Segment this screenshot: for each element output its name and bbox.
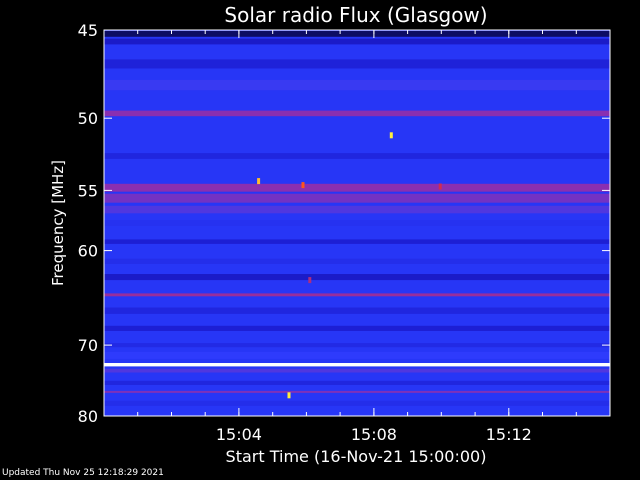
frequency-band	[104, 368, 610, 373]
x-axis-label: Start Time (16-Nov-21 15:00:00)	[226, 447, 487, 466]
x-tick-label: 15:12	[486, 425, 532, 444]
frequency-band	[104, 38, 610, 45]
x-tick-label: 15:08	[351, 425, 397, 444]
y-axis-label: Frequency [MHz]	[49, 160, 67, 286]
frequency-band	[104, 390, 610, 393]
frequency-band	[104, 79, 610, 91]
y-tick-label: 80	[78, 407, 98, 426]
heatmap-layer	[104, 30, 610, 416]
frequency-band	[104, 307, 610, 314]
frequency-band	[104, 205, 610, 214]
y-tick-label: 55	[78, 181, 98, 200]
frequency-band	[104, 193, 610, 203]
emission-spot	[301, 182, 305, 189]
frequency-band	[104, 220, 610, 226]
frequency-band	[104, 343, 610, 348]
emission-spot	[389, 132, 393, 139]
frequency-band	[104, 325, 610, 331]
y-tick-label: 60	[78, 242, 98, 261]
emission-spot	[287, 392, 291, 399]
frequency-band	[104, 258, 610, 264]
frequency-band	[104, 400, 610, 406]
emission-spot	[308, 277, 312, 284]
frequency-band	[104, 239, 610, 244]
frequency-band	[104, 293, 610, 297]
y-tick-label: 50	[78, 109, 98, 128]
frequency-band	[104, 31, 610, 37]
frequency-band	[104, 59, 610, 69]
y-tick-label: 70	[78, 336, 98, 355]
frequency-band	[104, 274, 610, 281]
y-tick-label: 45	[78, 21, 98, 40]
spectrogram-chart: Solar radio Flux (Glasgow) 455055607080 …	[49, 3, 611, 466]
emission-spot	[257, 178, 261, 185]
frequency-band	[104, 183, 610, 192]
frequency-band	[104, 351, 610, 359]
frequency-band	[104, 363, 610, 367]
x-tick-label: 15:04	[216, 425, 262, 444]
frequency-band	[104, 153, 610, 159]
emission-spot	[438, 183, 442, 190]
frequency-band	[104, 110, 610, 117]
chart-title: Solar radio Flux (Glasgow)	[224, 3, 487, 27]
frequency-band	[104, 380, 610, 385]
updated-timestamp: Updated Thu Nov 25 12:18:29 2021	[2, 468, 164, 478]
